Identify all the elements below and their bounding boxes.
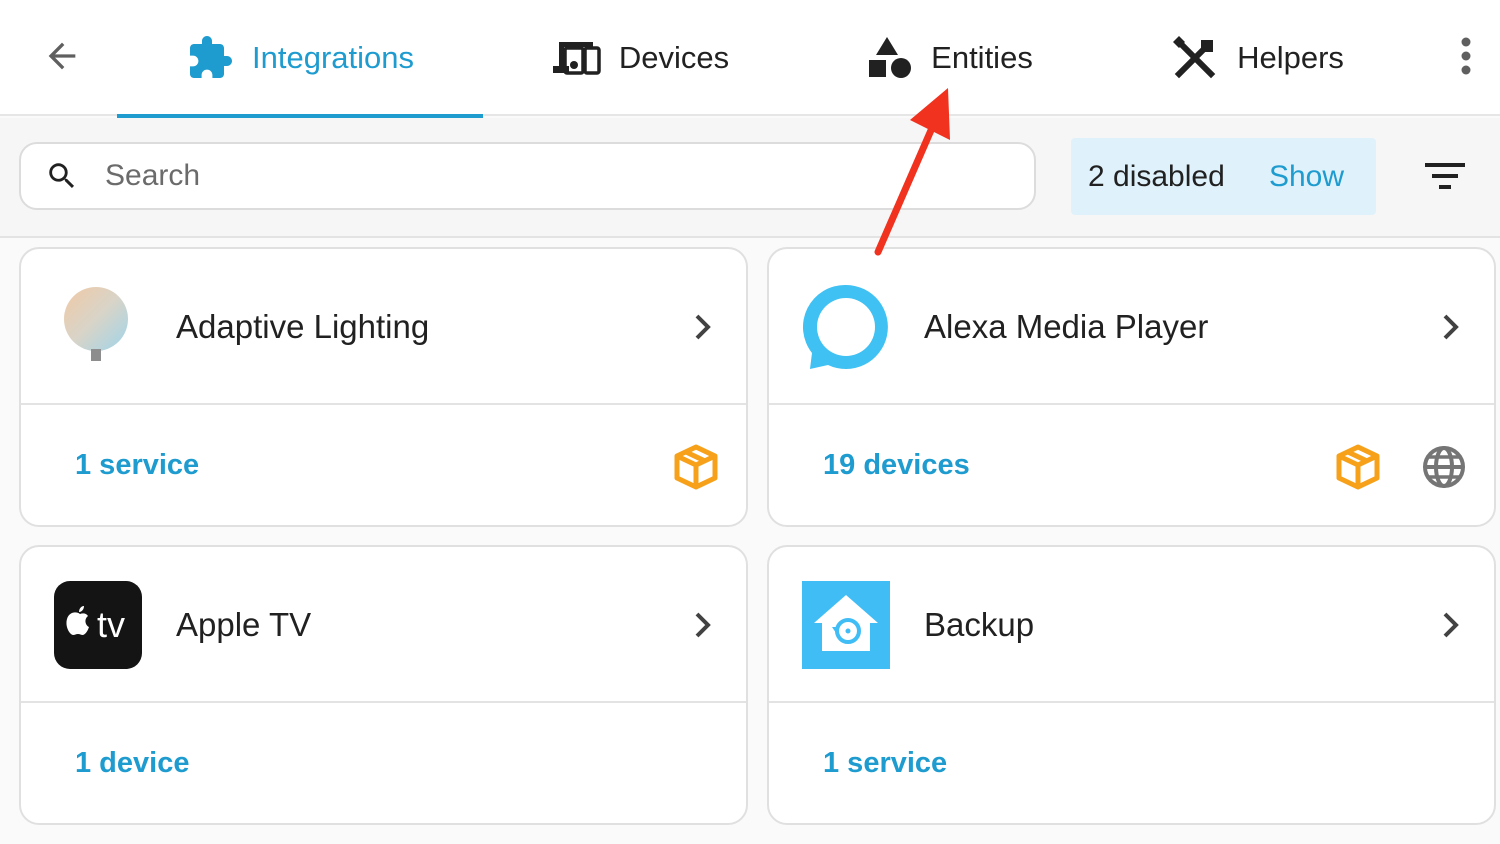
devices-icon xyxy=(552,42,601,75)
disabled-count: 2 disabled xyxy=(1088,159,1225,193)
tab-bar: Integrations Devices Entities Helpers xyxy=(0,0,1500,118)
integration-card-apple-tv[interactable]: tv Apple TV 1 device xyxy=(19,545,748,825)
chevron-right-icon[interactable] xyxy=(1436,307,1466,347)
back-button[interactable] xyxy=(34,30,90,82)
devices-link[interactable]: 1 device xyxy=(75,703,189,823)
tab-entities-label: Entities xyxy=(931,40,1033,75)
card-header: Backup xyxy=(769,547,1494,703)
integration-name: Apple TV xyxy=(176,606,312,643)
toolbar: 2 disabled Show xyxy=(0,118,1500,238)
tab-integrations[interactable]: Integrations xyxy=(117,0,483,118)
card-header: Adaptive Lighting xyxy=(21,249,746,405)
custom-integration-icon[interactable] xyxy=(672,443,720,491)
tab-devices-label: Devices xyxy=(618,40,730,75)
card-header: tv Apple TV xyxy=(21,547,746,703)
card-footer: 1 device xyxy=(21,703,746,823)
tools-icon xyxy=(1173,36,1216,79)
custom-integration-icon[interactable] xyxy=(1334,443,1382,491)
search-input[interactable] xyxy=(105,159,985,193)
filter-button[interactable] xyxy=(1420,156,1470,196)
disabled-filter-chip: 2 disabled Show xyxy=(1071,138,1376,215)
puzzle-icon xyxy=(190,36,232,78)
chevron-right-icon[interactable] xyxy=(1436,605,1466,645)
tab-devices[interactable]: Devices xyxy=(540,0,740,116)
arrow-left-icon xyxy=(48,42,76,70)
tab-entities[interactable]: Entities xyxy=(855,0,1045,116)
search-icon xyxy=(49,163,75,189)
chevron-right-icon[interactable] xyxy=(688,307,718,347)
adaptive-lighting-logo xyxy=(54,283,142,371)
card-footer: 19 devices xyxy=(769,405,1494,525)
devices-link[interactable]: 19 devices xyxy=(823,405,970,525)
tab-integrations-label: Integrations xyxy=(252,40,414,75)
alexa-logo xyxy=(802,283,890,371)
svg-text:tv: tv xyxy=(97,604,125,645)
services-link[interactable]: 1 service xyxy=(75,405,199,525)
card-footer: 1 service xyxy=(21,405,746,525)
backup-logo xyxy=(802,581,890,669)
integration-name: Backup xyxy=(924,606,1035,643)
more-options-button[interactable] xyxy=(1446,30,1486,82)
show-disabled-button[interactable]: Show xyxy=(1269,160,1344,194)
integration-card-backup[interactable]: Backup 1 service xyxy=(767,545,1496,825)
chevron-right-icon[interactable] xyxy=(688,605,718,645)
apple-tv-logo: tv xyxy=(54,581,142,669)
integration-name: Adaptive Lighting xyxy=(176,308,430,345)
card-footer: 1 service xyxy=(769,703,1494,823)
integration-card-alexa-media-player[interactable]: Alexa Media Player 19 devices xyxy=(767,247,1496,527)
filter-list-icon xyxy=(1425,163,1465,189)
tab-helpers[interactable]: Helpers xyxy=(1160,0,1355,116)
dots-vertical-icon xyxy=(1461,37,1471,75)
search-box[interactable] xyxy=(19,142,1036,210)
shapes-icon xyxy=(869,37,912,78)
services-link[interactable]: 1 service xyxy=(823,703,947,823)
integration-name: Alexa Media Player xyxy=(924,308,1209,345)
integration-card-adaptive-lighting[interactable]: Adaptive Lighting 1 service xyxy=(19,247,748,527)
card-header: Alexa Media Player xyxy=(769,249,1494,405)
cloud-globe-icon[interactable] xyxy=(1420,443,1468,491)
tab-helpers-label: Helpers xyxy=(1237,40,1344,75)
